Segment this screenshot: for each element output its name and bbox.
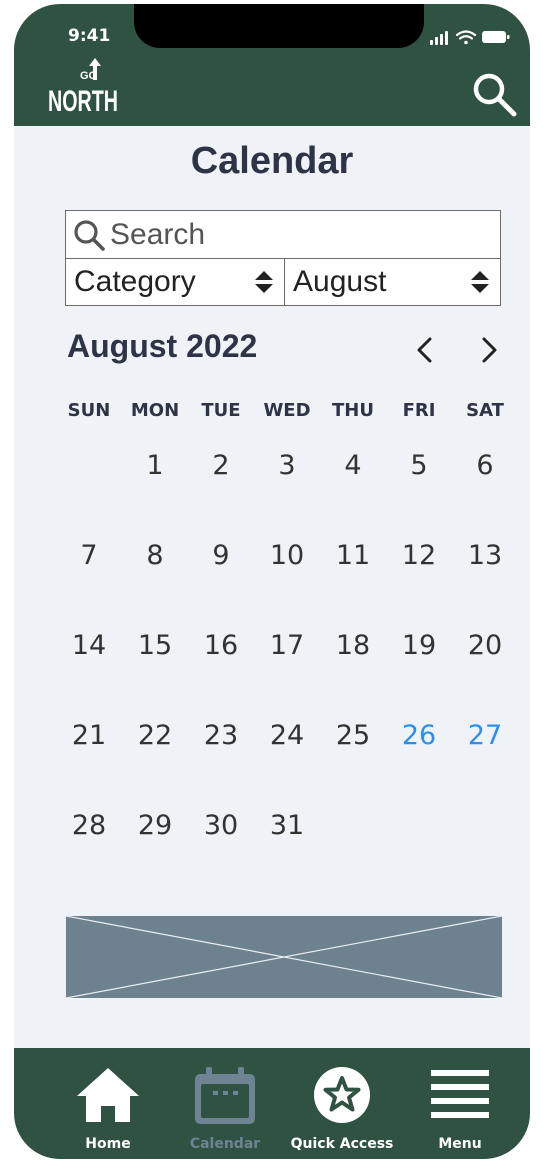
calendar-week-row: 123456	[56, 444, 518, 534]
go-north-logo[interactable]: GO NORTH	[48, 56, 120, 118]
chevron-right-icon	[482, 337, 497, 363]
weekday-label: SAT	[466, 400, 504, 421]
weekday-label: THU	[332, 400, 374, 421]
calendar-day[interactable]: 3	[254, 444, 320, 534]
filter-panel: Category August	[65, 210, 501, 306]
month-title: August 2022	[67, 328, 258, 364]
calendar-day[interactable]: 5	[386, 444, 452, 534]
calendar-week-row: 28 29 30 31	[56, 804, 518, 894]
calendar-day[interactable]: 7	[56, 534, 122, 624]
bottom-tab-bar: Home Calendar Quick Access Menu	[14, 1048, 530, 1159]
weekday-label: FRI	[402, 400, 436, 421]
hamburger-icon	[431, 1070, 489, 1118]
sort-arrows-icon	[255, 271, 273, 293]
calendar-day[interactable]: 6	[452, 444, 518, 534]
weekday-label: TUE	[201, 400, 241, 421]
house-icon	[77, 1068, 139, 1122]
tab-home[interactable]: Home	[48, 1064, 168, 1154]
calendar-day[interactable]: 12	[386, 534, 452, 624]
next-month-button[interactable]	[474, 334, 504, 366]
tab-quick-access[interactable]: Quick Access	[282, 1064, 402, 1154]
battery-icon	[482, 31, 510, 43]
tab-label: Home	[85, 1136, 131, 1152]
month-select[interactable]: August	[285, 259, 500, 305]
calendar-grid: 1 2 3 4 5 6 7 8 9 10 11 12 13 14 15 16 17 18 19 20 21 22 23 24 2…	[56, 444, 518, 894]
calendar-icon	[195, 1067, 255, 1124]
calendar-empty-cell	[386, 804, 452, 894]
search-row	[66, 211, 500, 259]
prev-month-button[interactable]	[410, 334, 440, 366]
calendar-week-row: 7 8 9 10 11 12 13	[56, 534, 518, 624]
banner-image-placeholder	[66, 916, 502, 998]
calendar-day[interactable]: 16	[188, 624, 254, 714]
calendar-day[interactable]: 11	[320, 534, 386, 624]
calendar-day[interactable]: 23	[188, 714, 254, 804]
calendar-day[interactable]: 17	[254, 624, 320, 714]
logo-text: NORTH	[48, 85, 118, 114]
calendar-day[interactable]: 28	[56, 804, 122, 894]
device-notch	[134, 4, 424, 48]
calendar-day[interactable]: 20	[452, 624, 518, 714]
weekday-header: SUN MON TUE WED THU FRI SAT	[56, 400, 518, 421]
calendar-day[interactable]: 25	[320, 714, 386, 804]
calendar-day[interactable]: 8	[122, 534, 188, 624]
search-input[interactable]	[110, 217, 480, 252]
calendar-day[interactable]: 21	[56, 714, 122, 804]
calendar-empty-cell	[320, 804, 386, 894]
tab-calendar[interactable]: Calendar	[165, 1064, 285, 1154]
calendar-day[interactable]: 22	[122, 714, 188, 804]
calendar-empty-cell	[452, 804, 518, 894]
search-field-icon	[74, 219, 105, 251]
calendar-day[interactable]: 31	[254, 804, 320, 894]
calendar-week-row: 21 22 23 24 25 26 27	[56, 714, 518, 804]
wifi-icon	[455, 30, 477, 45]
category-select[interactable]: Category	[66, 259, 285, 305]
sort-arrows-icon	[471, 271, 489, 293]
calendar-day[interactable]: 10	[254, 534, 320, 624]
status-time: 9:41	[68, 26, 111, 46]
weekday-label: MON	[130, 400, 180, 421]
calendar-day[interactable]: 4	[320, 444, 386, 534]
calendar-day[interactable]: 24	[254, 714, 320, 804]
calendar-empty-cell	[56, 444, 122, 534]
calendar-day[interactable]: 2	[188, 444, 254, 534]
tab-menu[interactable]: Menu	[400, 1064, 520, 1154]
search-icon	[473, 73, 517, 117]
calendar-day[interactable]: 29	[122, 804, 188, 894]
calendar-day[interactable]: 15	[122, 624, 188, 714]
calendar-day[interactable]: 18	[320, 624, 386, 714]
signal-icon	[430, 31, 448, 45]
status-icons	[430, 30, 510, 45]
header-search-button[interactable]	[468, 68, 520, 120]
chevron-left-icon	[417, 337, 432, 363]
calendar-day[interactable]: 13	[452, 534, 518, 624]
star-icon	[314, 1067, 370, 1123]
calendar-day[interactable]: 26	[386, 714, 452, 804]
page-title: Calendar	[190, 140, 354, 182]
calendar-day[interactable]: 1	[122, 444, 188, 534]
tab-label: Menu	[438, 1136, 482, 1152]
calendar-day[interactable]: 27	[452, 714, 518, 804]
tab-label: Calendar	[189, 1136, 261, 1152]
month-select-label: August	[293, 265, 387, 298]
category-select-label: Category	[74, 265, 196, 298]
calendar-day[interactable]: 30	[188, 804, 254, 894]
calendar-day[interactable]: 9	[188, 534, 254, 624]
phone-frame: 9:41 GO NORTH Calendar Search Category A…	[14, 4, 530, 1159]
calendar-week-row: 14 15 16 17 18 19 20	[56, 624, 518, 714]
weekday-label: WED	[263, 400, 311, 421]
calendar-day[interactable]: 19	[386, 624, 452, 714]
calendar-day[interactable]: 14	[56, 624, 122, 714]
weekday-label: SUN	[67, 400, 111, 421]
logo-small-text: GO	[80, 70, 98, 82]
tab-label: Quick Access	[290, 1136, 394, 1152]
